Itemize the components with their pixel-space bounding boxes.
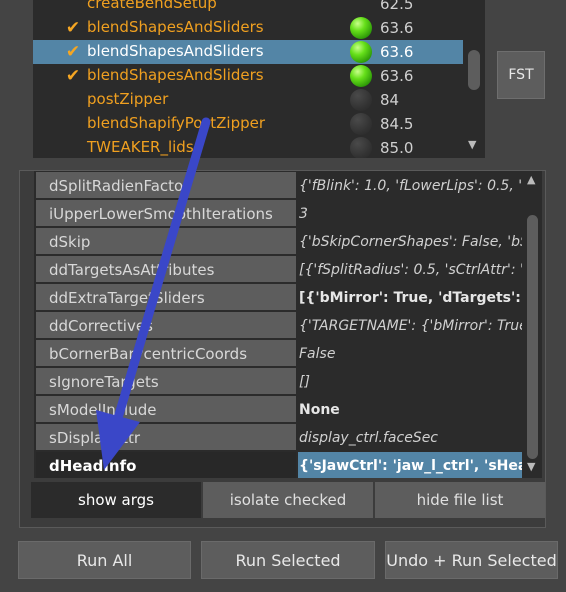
arg-row[interactable]: dHeadInfo {'sJawCtrl': 'jaw_l_ctrl', 'sHe… [34,452,523,479]
arg-value[interactable]: {'sJawCtrl': 'jaw_l_ctrl', 'sHeadCtrl': … [298,452,523,478]
arg-value[interactable]: [{'fSplitRadius': 0.5, 'sCtrlAttr': 'bli… [298,256,523,282]
isolate-checked-button[interactable]: isolate checked [203,482,373,518]
arg-name: ddTargetsAsAttributes [36,256,296,282]
status-ok-icon [350,17,372,39]
scrollbar-thumb[interactable] [468,50,480,90]
checkbox-checked-icon[interactable]: ✔ [65,68,81,85]
arg-value[interactable]: [{'bMirror': True, 'dTargets': {}}] [298,284,523,310]
arg-value[interactable]: display_ctrl.faceSec [298,424,523,450]
checkbox-unchecked-icon[interactable] [65,92,81,108]
function-name: TWEAKER_lids [87,138,194,156]
hide-file-list-button[interactable]: hide file list [375,482,545,518]
arg-row[interactable]: dSplitRadienFactor {'fBlink': 1.0, 'fLowe… [34,172,523,199]
function-duration: 63.6 [380,19,414,37]
arg-value[interactable]: {'bSkipCornerShapes': False, 'bSkipLower… [298,228,523,254]
arg-row[interactable]: ddCorrectives {'TARGETNAME': {'bMirror': … [34,312,523,339]
arg-name: bCornerBarycentricCoords [36,340,296,366]
function-duration: 63.6 [380,67,414,85]
status-idle-icon [350,113,372,135]
function-name: createBendSetup [87,0,217,12]
arg-value[interactable]: {'fBlink': 1.0, 'fLowerLips': 0.5, 'fMou… [298,172,523,198]
arg-value[interactable]: 3 [298,200,523,226]
function-name: blendShapesAndSliders [87,42,264,60]
function-row[interactable]: ✔ blendShapesAndSliders 63.6 [33,16,463,40]
run-all-button[interactable]: Run All [18,541,191,579]
arg-row[interactable]: sIgnoreTargets[] [34,368,523,395]
scrollbar-thumb[interactable] [527,215,538,459]
arg-row[interactable]: sModelInclude None [34,396,523,423]
status-idle-icon [350,89,372,111]
arg-row[interactable]: bCornerBarycentricCoords False [34,340,523,367]
arg-row[interactable]: sDisplayAttr display_ctrl.faceSec [34,424,523,451]
checkbox-unchecked-icon[interactable] [65,116,81,132]
arg-value[interactable]: [] [298,368,523,394]
function-duration: 63.6 [380,43,414,61]
arg-name: dHeadInfo [36,452,296,478]
arg-name: dSkip [36,228,296,254]
function-row[interactable]: ✔ blendShapesAndSliders 63.6 [33,64,463,88]
arg-name: sModelInclude [36,396,296,422]
arg-name: ddCorrectives [36,312,296,338]
function-name: blendShapesAndSliders [87,18,264,36]
undo-run-selected-button[interactable]: Undo + Run Selected [385,541,558,579]
function-row[interactable]: postZipper 84 [33,88,463,112]
show-args-button[interactable]: show args [31,482,201,518]
arg-value[interactable]: {'TARGETNAME': {'bMirror': True}} [298,312,523,338]
arg-row[interactable]: iUpperLowerSmoothIterations 3 [34,200,523,227]
args-scrollbar[interactable]: ▲ ▼ [522,171,542,478]
arg-value[interactable]: False [298,340,523,366]
function-list[interactable]: createBendSetup 62.5 ✔ blendShapesAndSlider… [33,0,485,158]
arg-name: iUpperLowerSmoothIterations [36,200,296,226]
function-duration: 85.0 [380,139,414,157]
arg-name: sDisplayAttr [36,424,296,450]
function-duration: 84.5 [380,115,414,133]
scroll-down-icon[interactable]: ▼ [527,460,535,473]
run-selected-button[interactable]: Run Selected [201,541,375,579]
checkbox-checked-icon[interactable]: ✔ [65,44,81,61]
function-duration: 62.5 [380,0,414,13]
function-row[interactable]: TWEAKER_lids 85.0 [33,136,463,158]
scroll-down-icon[interactable]: ▼ [468,138,476,151]
function-list-scrollbar[interactable]: ▼ [463,0,485,158]
function-duration: 84 [380,91,400,109]
checkbox-checked-icon[interactable]: ✔ [65,20,81,37]
arg-value[interactable]: None [298,396,523,422]
arg-row[interactable]: dSkip{'bSkipCornerShapes': False, 'bSkip… [34,228,523,255]
function-row[interactable]: ✔ blendShapesAndSliders 63.6 [33,40,463,64]
status-idle-icon [350,137,372,158]
status-ok-icon [350,65,372,87]
function-name: blendShapesAndSliders [87,66,264,84]
function-row[interactable]: createBendSetup 62.5 [33,0,463,16]
function-name: postZipper [87,90,169,108]
fst-button[interactable]: FST [497,51,545,99]
scroll-up-icon[interactable]: ▲ [527,173,535,186]
checkbox-unchecked-icon[interactable] [65,140,81,156]
arg-name: sIgnoreTargets [36,368,296,394]
status-ok-icon [350,41,372,63]
arg-name: ddExtraTargetSliders [36,284,296,310]
args-table: dSplitRadienFactor {'fBlink': 1.0, 'fLowe… [34,171,542,478]
arg-name: dSplitRadienFactor [36,172,296,198]
checkbox-unchecked-icon[interactable] [65,0,81,12]
arg-row[interactable]: ddTargetsAsAttributes [{'fSplitRadius': 0… [34,256,523,283]
function-name: blendShapifyPostZipper [87,114,266,132]
arg-row[interactable]: ddExtraTargetSliders [{'bMirror': True, '… [34,284,523,311]
function-row[interactable]: blendShapifyPostZipper 84.5 [33,112,463,136]
